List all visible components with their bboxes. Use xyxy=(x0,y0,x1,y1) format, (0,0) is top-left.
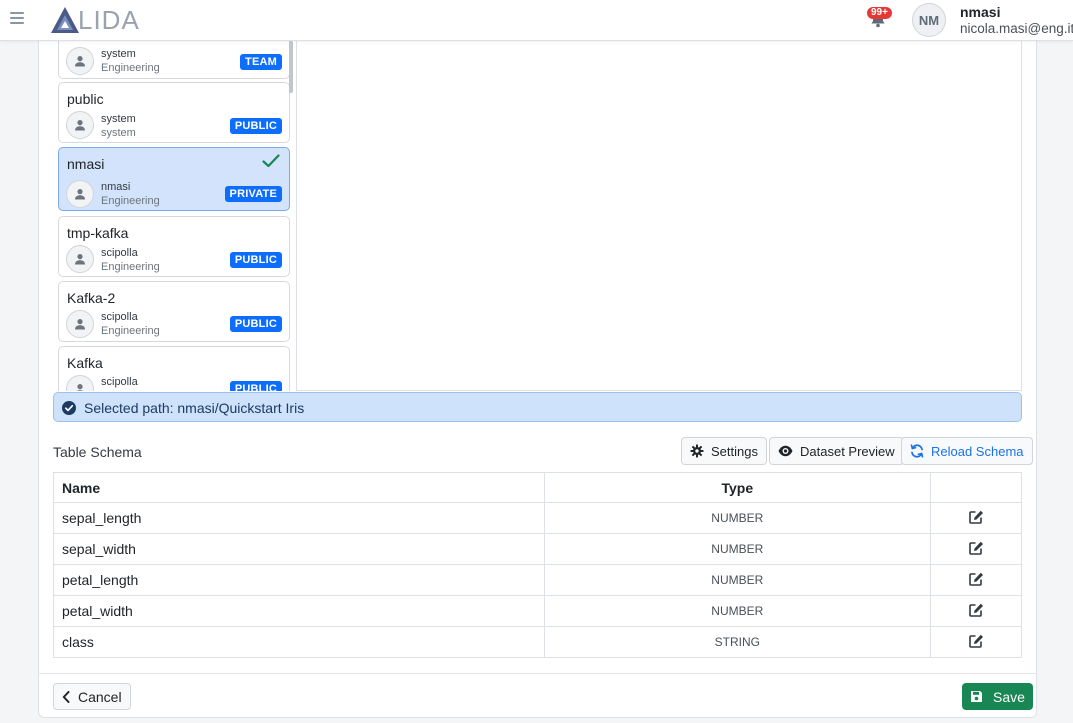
field-name: sepal_width xyxy=(53,533,545,565)
folder-item-tmp-kafka[interactable]: tmp-kafka scipolla Engineering PUBLIC xyxy=(58,216,290,277)
user-icon xyxy=(66,180,94,208)
gear-icon xyxy=(690,444,704,458)
visibility-badge: TEAM xyxy=(240,54,282,70)
field-type: NUMBER xyxy=(543,502,932,534)
edit-cell xyxy=(930,626,1022,658)
folder-name: Kafka-2 xyxy=(67,290,116,306)
folder-owner: system xyxy=(101,113,136,125)
user-name: nmasi xyxy=(960,4,1001,20)
field-name: petal_width xyxy=(53,595,545,627)
edit-icon[interactable] xyxy=(968,541,984,555)
visibility-badge: PUBLIC xyxy=(229,118,282,134)
selected-path-alert: Selected path: nmasi/Quickstart Iris xyxy=(53,392,1022,422)
user-icon xyxy=(66,310,94,338)
logo-mark-icon xyxy=(51,7,79,33)
user-avatar[interactable]: NM xyxy=(912,3,946,37)
selected-path-text: Selected path: nmasi/Quickstart Iris xyxy=(84,400,305,416)
folder-item-team[interactable]: system Engineering TEAM xyxy=(58,41,290,79)
table-row: sepal_length NUMBER xyxy=(53,502,1022,534)
folder-owner: scipolla xyxy=(101,376,138,388)
settings-button[interactable]: Settings xyxy=(681,437,767,465)
folder-list[interactable]: system Engineering TEAM public system sy… xyxy=(57,41,295,391)
visibility-badge: PUBLIC xyxy=(229,381,282,391)
table-row: petal_length NUMBER xyxy=(53,564,1022,596)
chevron-left-icon xyxy=(62,690,70,703)
logo-text: LIDA xyxy=(78,4,140,35)
folder-org: system xyxy=(101,127,136,139)
save-button[interactable]: Save xyxy=(962,683,1033,710)
field-type: NUMBER xyxy=(543,595,932,627)
folder-item-kafka-2[interactable]: Kafka-2 scipolla Engineering PUBLIC xyxy=(58,281,290,342)
folder-list-scrollbar[interactable] xyxy=(289,41,293,93)
column-header-actions xyxy=(930,472,1022,503)
field-type: NUMBER xyxy=(543,564,932,596)
notification-badge: 99+ xyxy=(867,7,892,19)
folder-content-panel xyxy=(296,41,1022,391)
table-row: petal_width NUMBER xyxy=(53,595,1022,627)
edit-cell xyxy=(930,502,1022,534)
folder-owner: system xyxy=(101,48,136,60)
schema-title: Table Schema xyxy=(53,444,142,460)
visibility-badge: PRIVATE xyxy=(224,186,282,202)
top-bar: LIDA 99+ NM nmasi nicola.masi@eng.it xyxy=(0,0,1073,41)
dataset-preview-button-label: Dataset Preview xyxy=(800,443,895,459)
schema-table: Name Type sepal_length NUMBER sepal_widt… xyxy=(53,472,1022,658)
footer-divider xyxy=(38,673,1037,674)
folder-name: Kafka xyxy=(67,355,103,371)
user-email: nicola.masi@eng.it xyxy=(960,21,1073,36)
field-name: sepal_length xyxy=(53,502,545,534)
reload-schema-button-label: Reload Schema xyxy=(931,443,1024,459)
user-icon xyxy=(66,111,94,139)
cancel-button[interactable]: Cancel xyxy=(53,683,131,710)
user-icon xyxy=(66,245,94,273)
settings-button-label: Settings xyxy=(711,443,758,459)
column-header-type: Type xyxy=(543,472,932,503)
menu-icon[interactable] xyxy=(10,12,24,24)
table-header-row: Name Type xyxy=(53,472,1022,503)
folder-item-kafka[interactable]: Kafka scipolla PUBLIC xyxy=(58,346,290,391)
visibility-badge: PUBLIC xyxy=(229,252,282,268)
folder-name: nmasi xyxy=(67,156,105,172)
user-icon xyxy=(66,47,94,75)
refresh-icon xyxy=(910,444,924,458)
folder-name: tmp-kafka xyxy=(67,225,129,241)
folder-name: public xyxy=(67,91,104,107)
visibility-badge: PUBLIC xyxy=(229,316,282,332)
folder-owner: scipolla xyxy=(101,311,138,323)
table-row: sepal_width NUMBER xyxy=(53,533,1022,565)
folder-org: Engineering xyxy=(101,261,160,273)
folder-item-public[interactable]: public system system PUBLIC xyxy=(58,82,290,143)
edit-icon[interactable] xyxy=(968,634,984,648)
field-name: petal_length xyxy=(53,564,545,596)
folder-owner: scipolla xyxy=(101,247,138,259)
folder-org: Engineering xyxy=(101,325,160,337)
folder-org: Engineering xyxy=(101,195,160,207)
field-name: class xyxy=(53,626,545,658)
app-logo[interactable]: LIDA xyxy=(50,5,140,35)
edit-icon[interactable] xyxy=(968,572,984,586)
dataset-preview-button[interactable]: Dataset Preview xyxy=(769,437,904,465)
eye-icon xyxy=(778,445,793,457)
reload-schema-button[interactable]: Reload Schema xyxy=(901,437,1033,465)
table-row: class STRING xyxy=(53,626,1022,658)
save-button-label: Save xyxy=(993,688,1025,705)
check-icon xyxy=(262,154,280,168)
edit-cell xyxy=(930,595,1022,627)
floppy-disk-icon xyxy=(971,691,982,702)
edit-cell xyxy=(930,564,1022,596)
edit-icon[interactable] xyxy=(968,603,984,617)
folder-item-nmasi[interactable]: nmasi nmasi Engineering PRIVATE xyxy=(58,147,290,211)
edit-cell xyxy=(930,533,1022,565)
cancel-button-label: Cancel xyxy=(78,688,122,705)
field-type: STRING xyxy=(543,626,932,658)
edit-icon[interactable] xyxy=(968,510,984,524)
user-icon xyxy=(66,375,94,391)
column-header-name: Name xyxy=(53,472,545,503)
field-type: NUMBER xyxy=(543,533,932,565)
folder-org: Engineering xyxy=(101,62,160,74)
check-circle-icon xyxy=(62,401,76,415)
folder-owner: nmasi xyxy=(101,181,131,193)
